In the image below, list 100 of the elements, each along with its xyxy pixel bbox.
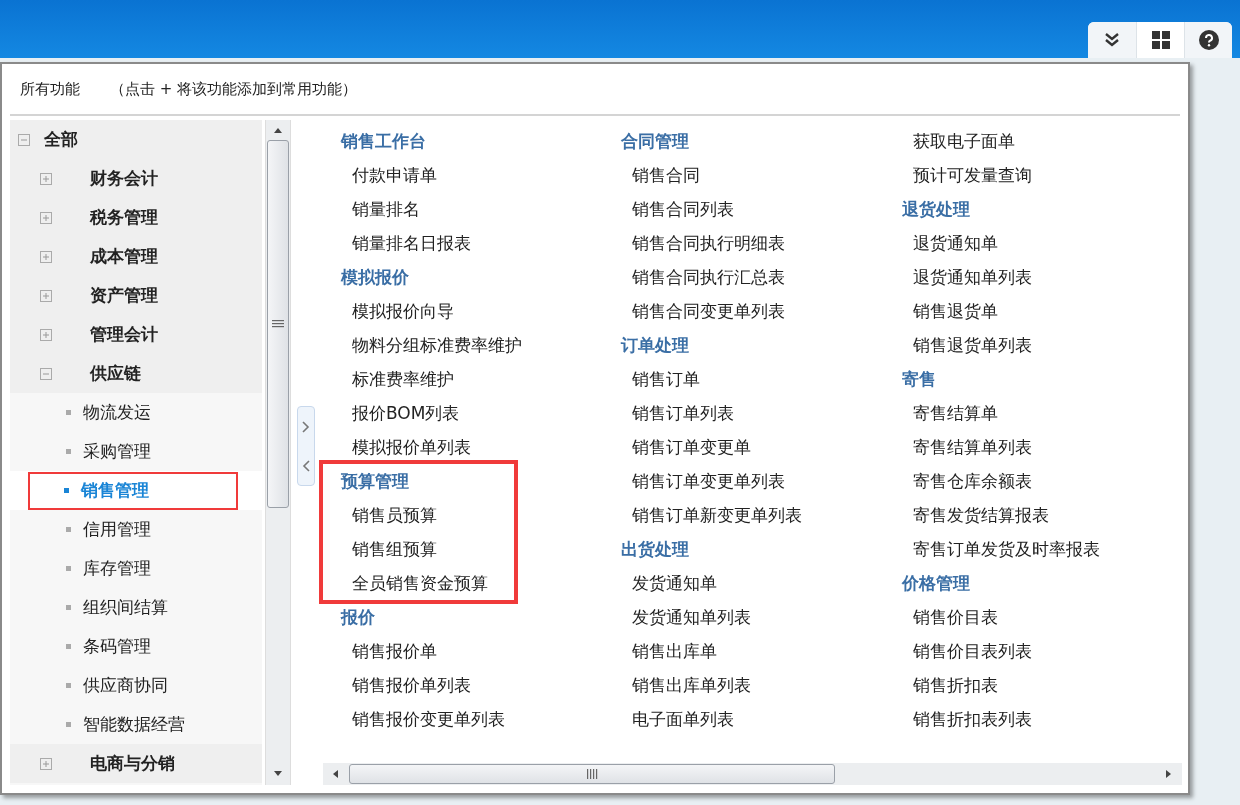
bullet-icon	[64, 488, 69, 493]
function-link[interactable]: 销售价目表	[901, 600, 1032, 634]
expand-icon[interactable]	[40, 172, 52, 185]
function-link[interactable]: 物料分组标准费率维护	[341, 328, 522, 362]
tree-leaf[interactable]: 采购管理	[28, 432, 238, 471]
function-link[interactable]: 销售订单新变更单列表	[621, 498, 803, 532]
bullet-icon	[66, 683, 71, 688]
tree-node[interactable]: 电商与分销	[90, 752, 175, 775]
function-link[interactable]: 销售合同执行明细表	[621, 226, 786, 260]
expand-icon[interactable]	[40, 211, 52, 224]
function-link[interactable]: 销量排名日报表	[341, 226, 471, 260]
function-link[interactable]: 销售报价变更单列表	[341, 702, 505, 736]
function-link[interactable]: 寄售结算单列表	[901, 430, 1100, 464]
scroll-grip-icon	[272, 318, 284, 330]
function-link[interactable]: 模拟报价向导	[341, 294, 522, 328]
function-link[interactable]: 销售报价单列表	[341, 668, 505, 702]
horizontal-scrollbar[interactable]	[323, 763, 1182, 785]
group-title: 订单处理	[621, 334, 691, 357]
function-link[interactable]: 退货通知单列表	[901, 260, 1032, 294]
bullet-icon	[66, 644, 71, 649]
panel-hint: （点击 + 将该功能添加到常用功能）	[110, 79, 358, 99]
group-title: 报价	[341, 606, 376, 629]
tree-leaf[interactable]: 库存管理	[28, 549, 238, 588]
function-link[interactable]: 销量排名	[341, 192, 471, 226]
tree-node[interactable]: 供应链	[90, 362, 141, 385]
function-link[interactable]: 发货通知单列表	[621, 600, 752, 634]
function-link[interactable]: 销售退货单	[901, 294, 1032, 328]
function-link[interactable]: 销售合同列表	[621, 192, 786, 226]
group-title: 寄售	[901, 368, 937, 391]
scroll-thumb[interactable]	[267, 140, 289, 508]
group-title: 退货处理	[901, 198, 971, 221]
function-link[interactable]: 销售出库单列表	[621, 668, 752, 702]
function-link[interactable]: 销售订单变更单列表	[621, 464, 803, 498]
help-icon	[1198, 30, 1219, 50]
collapse-handle[interactable]	[297, 406, 315, 486]
tree-node[interactable]: 税务管理	[90, 206, 158, 229]
grid-icon	[1151, 31, 1170, 49]
function-link[interactable]: 销售订单变更单	[621, 430, 803, 464]
function-link[interactable]: 付款申请单	[341, 158, 471, 192]
function-link[interactable]: 寄售仓库余额表	[901, 464, 1100, 498]
function-link[interactable]: 销售合同	[621, 158, 786, 192]
function-link[interactable]: 销售出库单	[621, 634, 752, 668]
function-link[interactable]: 销售价目表列表	[901, 634, 1032, 668]
function-link[interactable]: 销售合同执行汇总表	[621, 260, 786, 294]
bullet-icon	[66, 527, 71, 532]
function-link[interactable]: 全员销售资金预算	[341, 566, 488, 600]
tree-leaf[interactable]: 物流发运	[28, 393, 238, 432]
expand-icon[interactable]	[40, 250, 52, 263]
tree-leaf[interactable]: 智能数据经营	[28, 705, 238, 744]
function-link[interactable]: 寄售结算单	[901, 396, 1100, 430]
function-link[interactable]: 模拟报价单列表	[341, 430, 522, 464]
group-title: 销售工作台	[341, 130, 427, 153]
expand-icon[interactable]	[40, 757, 52, 770]
tree-node[interactable]: 管理会计	[90, 323, 158, 346]
scroll-left-icon[interactable]	[331, 769, 341, 779]
scroll-thumb[interactable]	[349, 764, 835, 784]
vertical-scrollbar[interactable]	[265, 120, 291, 785]
bullet-icon	[66, 605, 71, 610]
tree-leaf[interactable]: 销售管理	[28, 471, 238, 510]
chevron-right-icon	[302, 420, 310, 433]
expand-icon[interactable]	[40, 328, 52, 341]
group-title: 出货处理	[621, 538, 691, 561]
function-link[interactable]: 预计可发量查询	[901, 158, 1032, 192]
collapse-icon[interactable]	[18, 133, 30, 146]
function-link[interactable]: 标准费率维护	[341, 362, 522, 396]
tree-leaf[interactable]: 组织间结算	[28, 588, 238, 627]
function-link[interactable]: 销售订单	[621, 362, 803, 396]
function-link[interactable]: 销售组预算	[341, 532, 488, 566]
tree-node[interactable]: 资产管理	[90, 284, 158, 307]
help-tab[interactable]	[1184, 22, 1232, 58]
function-link[interactable]: 退货通知单	[901, 226, 1032, 260]
function-link[interactable]: 销售订单列表	[621, 396, 803, 430]
function-link[interactable]: 销售员预算	[341, 498, 488, 532]
function-link[interactable]: 发货通知单	[621, 566, 752, 600]
double-chevron-down-icon	[1104, 32, 1120, 48]
function-link[interactable]: 销售报价单	[341, 634, 505, 668]
tree-node[interactable]: 全部	[44, 128, 78, 151]
tree-leaf[interactable]: 条码管理	[28, 627, 238, 666]
function-link[interactable]: 报价BOM列表	[341, 396, 522, 430]
expand-icon[interactable]	[40, 289, 52, 302]
tree-node[interactable]: 成本管理	[90, 245, 158, 268]
tree-leaf[interactable]: 供应商协同	[28, 666, 238, 705]
bullet-icon	[66, 410, 71, 415]
collapse-icon[interactable]	[40, 367, 52, 380]
grid-tab[interactable]	[1136, 22, 1184, 58]
panel-title: 所有功能	[20, 79, 80, 99]
function-link[interactable]: 获取电子面单	[901, 124, 1032, 158]
function-link[interactable]: 销售折扣表列表	[901, 702, 1032, 736]
tree-leaf[interactable]: 信用管理	[28, 510, 238, 549]
group-title: 价格管理	[901, 572, 971, 595]
function-link[interactable]: 电子面单列表	[621, 702, 752, 736]
function-link[interactable]: 销售合同变更单列表	[621, 294, 786, 328]
tree-node[interactable]: 财务会计	[90, 167, 158, 190]
chevron-left-icon	[302, 459, 310, 472]
function-link[interactable]: 寄售订单发货及时率报表	[901, 532, 1100, 566]
function-link[interactable]: 寄售发货结算报表	[901, 498, 1100, 532]
function-link[interactable]: 销售退货单列表	[901, 328, 1032, 362]
function-link[interactable]: 销售折扣表	[901, 668, 1032, 702]
scroll-up-icon[interactable]	[273, 126, 283, 136]
group-title: 合同管理	[621, 130, 691, 153]
